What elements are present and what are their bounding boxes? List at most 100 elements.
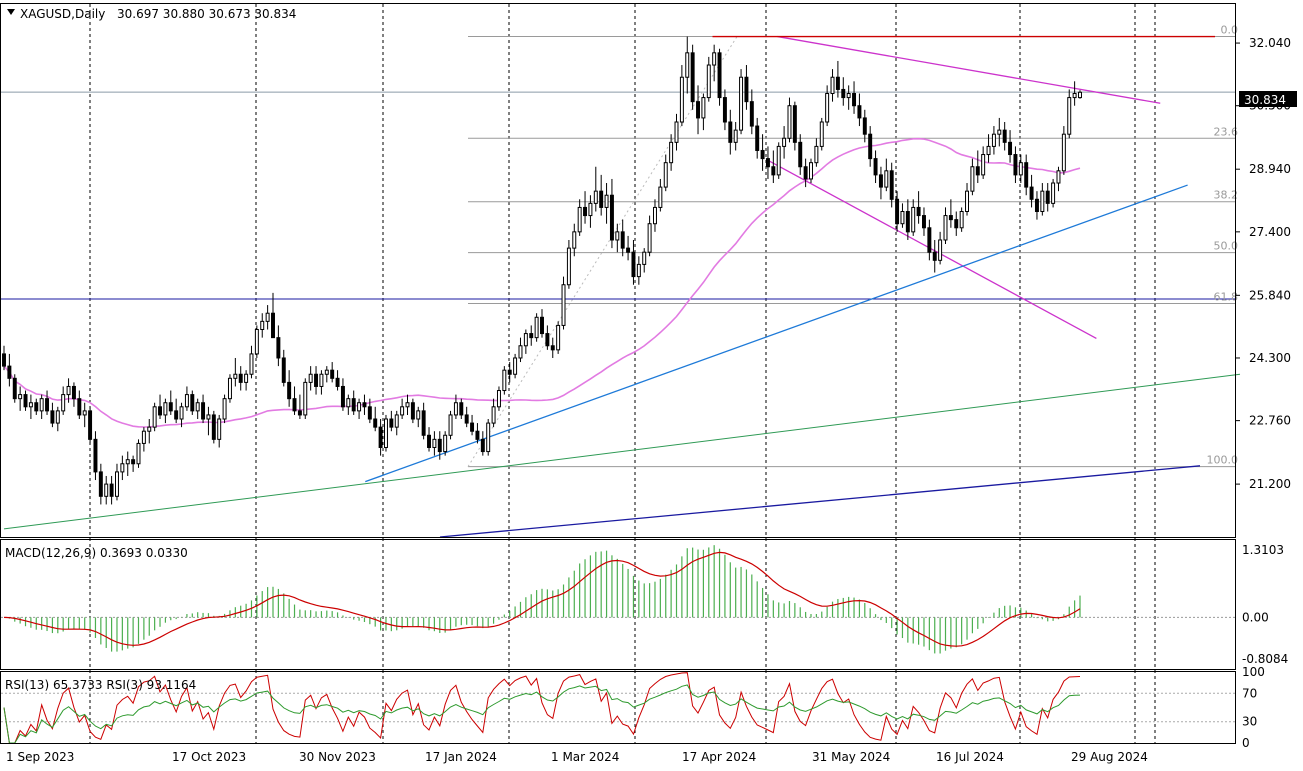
candle: [314, 366, 319, 395]
candle: [184, 386, 189, 411]
y-tick-label: 32.040: [1249, 36, 1291, 50]
candle: [464, 406, 469, 428]
candle-body: [728, 121, 733, 143]
candle-body: [437, 438, 442, 453]
moving-average: [3, 137, 1081, 428]
candle: [749, 89, 754, 135]
candle-body: [389, 418, 394, 428]
candle: [271, 292, 275, 339]
candle-body: [835, 76, 840, 90]
x-tick-label: 16 Jul 2024: [936, 750, 1004, 764]
candle: [905, 199, 910, 240]
candle-body: [23, 394, 28, 408]
candle: [857, 93, 862, 127]
candle-body: [862, 117, 867, 135]
candle-body: [120, 463, 125, 473]
candle: [405, 394, 410, 415]
candle-body: [319, 373, 324, 387]
candle: [486, 419, 491, 456]
candle-body: [470, 422, 475, 432]
candle-body: [830, 76, 835, 95]
dropdown-triangle-icon[interactable]: [7, 9, 15, 15]
candle: [792, 101, 797, 151]
chart-canvas: 0.023.638.250.061.8100.0 1.31030.00-0.80…: [0, 3, 1297, 764]
candle-body: [77, 398, 82, 416]
candle-body: [690, 52, 695, 103]
candle-body: [765, 158, 770, 168]
candle: [109, 475, 114, 505]
candle: [798, 134, 803, 175]
y-tick-label: 27.400: [1249, 225, 1291, 239]
candle: [884, 158, 889, 192]
candle: [965, 183, 969, 216]
candle-body: [722, 97, 727, 123]
candle-body: [163, 402, 168, 416]
candle: [1013, 146, 1018, 184]
candle: [61, 386, 66, 415]
candle-body: [852, 93, 857, 107]
candle: [55, 406, 60, 432]
candle: [653, 199, 657, 232]
macd-panel: 1.3103 0.00 -0.8084: [1, 543, 1288, 666]
candle: [938, 231, 943, 265]
candle-body: [679, 76, 684, 123]
candle: [427, 427, 431, 452]
candle: [1061, 126, 1066, 175]
candle-body: [803, 166, 808, 180]
candles: [2, 36, 1082, 505]
candle: [991, 126, 996, 155]
candle: [340, 378, 345, 411]
candle-body: [566, 247, 571, 286]
candle: [319, 370, 324, 395]
candle: [459, 398, 464, 420]
trendlines: [3, 35, 1241, 538]
candle-body: [642, 251, 647, 265]
candle-body: [626, 247, 631, 253]
candle: [841, 77, 846, 106]
candle-body: [620, 231, 625, 249]
candle-body: [572, 231, 577, 249]
candle-body: [733, 129, 738, 143]
macd-tick-label: 0.00: [1242, 610, 1269, 624]
candle: [722, 89, 727, 131]
candle-body: [792, 105, 797, 143]
candle: [545, 325, 550, 350]
candle: [1040, 183, 1045, 216]
candle-body: [491, 406, 496, 424]
candle-body: [846, 93, 851, 99]
candle-body: [1078, 91, 1082, 99]
candle: [470, 414, 475, 436]
candle: [513, 353, 518, 379]
candle-body: [1067, 97, 1072, 135]
candle-body: [744, 76, 749, 103]
candle-body: [739, 76, 744, 131]
candle-body: [448, 414, 453, 436]
candle-body: [868, 133, 873, 160]
candle: [125, 451, 130, 476]
candle-body: [357, 402, 362, 412]
candle: [782, 126, 787, 159]
fib-level-label: 61.8: [1214, 290, 1239, 303]
candle-body: [254, 328, 259, 355]
candle: [357, 398, 362, 420]
candle-body: [878, 174, 883, 188]
candle: [233, 357, 238, 387]
candle-body: [2, 353, 6, 367]
candle-body: [88, 410, 93, 440]
candle: [733, 121, 738, 151]
candle-body: [18, 394, 23, 400]
candle-body: [405, 402, 410, 408]
candle-body: [45, 398, 50, 412]
candle-body: [1040, 190, 1045, 213]
x-tick-label: 1 Mar 2024: [551, 750, 619, 764]
candle: [900, 203, 905, 228]
candle: [1067, 89, 1072, 139]
candle-body: [384, 418, 388, 448]
candle: [480, 431, 485, 456]
fib-levels: 0.023.638.250.061.8100.0: [467, 24, 1239, 468]
trendline-magenta-lower: [768, 160, 1097, 340]
candle-body: [975, 166, 980, 176]
candle: [739, 69, 744, 135]
candle-body: [696, 101, 700, 119]
candle: [502, 366, 507, 395]
